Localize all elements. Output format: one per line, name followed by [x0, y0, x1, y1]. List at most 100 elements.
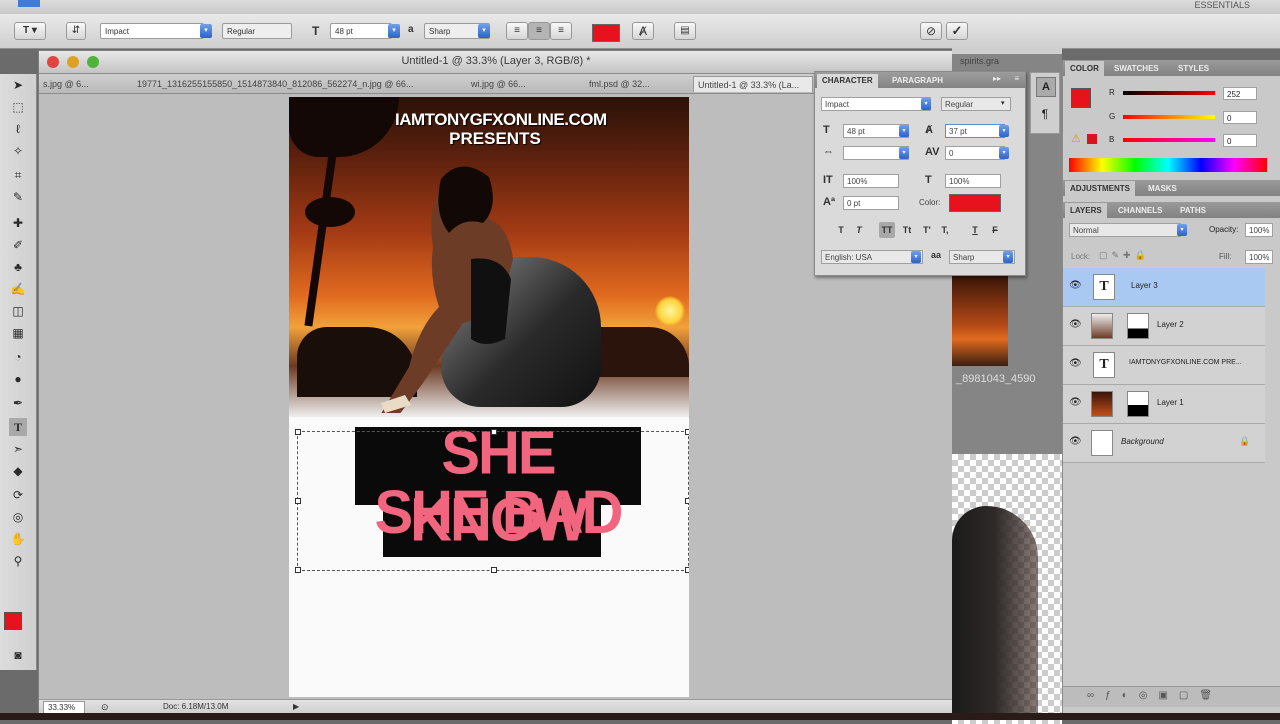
layer-row-background[interactable]: 👁 Background 🔒: [1063, 424, 1265, 463]
layer-row-layer-3[interactable]: 👁 T Layer 3: [1063, 268, 1265, 307]
eyedropper-tool-icon[interactable]: ✎: [9, 188, 27, 206]
hand-tool-icon[interactable]: ✋: [9, 530, 27, 548]
channel-g-value[interactable]: 0: [1223, 111, 1257, 124]
transform-handle[interactable]: [491, 567, 497, 573]
channel-b-slider[interactable]: [1123, 138, 1215, 142]
3d-orbit-tool-icon[interactable]: ◎: [9, 508, 27, 526]
subscript-button[interactable]: T,: [937, 222, 953, 238]
crop-tool-icon[interactable]: ⌗: [9, 166, 27, 184]
transform-handle[interactable]: [295, 498, 301, 504]
workspace-essentials[interactable]: ESSENTIALS: [1194, 0, 1250, 10]
layer-actions-icons[interactable]: ∞ƒ◐◎▣▢🗑: [1087, 690, 1223, 701]
channel-r-value[interactable]: 252: [1223, 87, 1257, 100]
lock-options-icon[interactable]: ▢✎✚🔒: [1099, 250, 1150, 261]
visibility-eye-icon[interactable]: 👁: [1069, 436, 1082, 448]
visibility-eye-icon[interactable]: 👁: [1069, 358, 1082, 370]
app-icon[interactable]: [18, 0, 40, 7]
text-bounding-box[interactable]: [295, 429, 689, 573]
tab-paths[interactable]: PATHS: [1175, 203, 1211, 218]
chevron-down-icon[interactable]: ▾: [1003, 251, 1013, 263]
quick-mask-icon[interactable]: ◙: [9, 646, 27, 664]
chevron-down-icon[interactable]: ▾: [200, 24, 212, 38]
chevron-down-icon[interactable]: ▾: [388, 24, 400, 38]
char-baseline-shift-field[interactable]: 0 pt: [843, 196, 899, 210]
shape-tool-icon[interactable]: ◆: [9, 462, 27, 480]
tab-color[interactable]: COLOR: [1065, 61, 1104, 76]
channel-b-value[interactable]: 0: [1223, 134, 1257, 147]
tab-photo-jpg[interactable]: 19771_1316255155850_1514873840_812086_56…: [133, 76, 453, 92]
chevron-down-icon[interactable]: ▾: [999, 125, 1009, 137]
character-panel-icon[interactable]: A: [1036, 77, 1056, 97]
blur-tool-icon[interactable]: ◔: [9, 348, 27, 366]
layer-row-header-text[interactable]: 👁 T IAMTONYGFXONLINE.COM PRE...: [1063, 346, 1265, 385]
cancel-icon[interactable]: ⊘: [920, 22, 942, 40]
tab-swatches[interactable]: SWATCHES: [1109, 61, 1164, 76]
move-tool-icon[interactable]: ➤: [9, 76, 27, 94]
strikethrough-button[interactable]: F: [987, 222, 1003, 238]
text-orientation-icon[interactable]: ⇵: [66, 22, 86, 40]
background-document-tab[interactable]: spirits.gra: [960, 56, 999, 66]
transform-handle[interactable]: [685, 429, 689, 435]
align-right-icon[interactable]: ≡: [550, 22, 572, 40]
marquee-tool-icon[interactable]: ⬚: [9, 98, 27, 116]
foreground-color-swatch[interactable]: [4, 612, 22, 630]
checkmark-icon[interactable]: ✓: [946, 22, 968, 40]
gradient-tool-icon[interactable]: ▦: [9, 324, 27, 342]
tab-fml-psd[interactable]: fml.psd @ 32...: [585, 76, 685, 92]
status-icon[interactable]: ⊙: [101, 702, 109, 713]
transform-handle[interactable]: [685, 567, 689, 573]
status-menu-arrow-icon[interactable]: ▶: [293, 702, 299, 711]
clone-stamp-tool-icon[interactable]: ♣: [9, 258, 27, 276]
chevron-down-icon[interactable]: ▾: [478, 24, 490, 38]
chevron-down-icon[interactable]: ▾: [911, 251, 921, 263]
tab-wi-jpg[interactable]: wi.jpg @ 66...: [467, 76, 567, 92]
brush-tool-icon[interactable]: ✐: [9, 236, 27, 254]
underline-button[interactable]: T: [967, 222, 983, 238]
language-select[interactable]: English: USA: [821, 250, 923, 264]
tab-s-jpg[interactable]: s.jpg @ 6...: [39, 76, 119, 92]
fill-field[interactable]: 100%: [1245, 250, 1273, 264]
chevron-down-icon[interactable]: ▾: [899, 125, 909, 137]
dodge-tool-icon[interactable]: ●: [9, 370, 27, 388]
paragraph-panel-icon[interactable]: ¶: [1036, 105, 1054, 123]
channel-g-slider[interactable]: [1123, 115, 1215, 119]
gamut-color-swatch[interactable]: [1087, 134, 1097, 144]
opacity-field[interactable]: 100%: [1245, 223, 1273, 237]
out-of-gamut-warning-icon[interactable]: ⚠: [1071, 132, 1081, 145]
char-font-family-select[interactable]: Impact: [821, 97, 931, 111]
layer-row-layer-1[interactable]: 👁 Layer 1: [1063, 385, 1265, 424]
char-leading-field[interactable]: 37 pt: [945, 124, 1005, 138]
chevron-down-icon[interactable]: ▾: [999, 147, 1009, 159]
color-spectrum-bar[interactable]: [1069, 158, 1267, 172]
transform-handle[interactable]: [491, 429, 497, 435]
all-caps-button[interactable]: TT: [879, 222, 895, 238]
faux-italic-button[interactable]: T: [851, 222, 867, 238]
faux-bold-button[interactable]: T: [833, 222, 849, 238]
type-tool-preset-icon[interactable]: T ▾: [14, 22, 46, 40]
tab-layers[interactable]: LAYERS: [1065, 203, 1107, 218]
layer-row-layer-2[interactable]: 👁 Layer 2: [1063, 307, 1265, 346]
healing-brush-tool-icon[interactable]: ✚: [9, 214, 27, 232]
tab-styles[interactable]: STYLES: [1173, 61, 1214, 76]
poster-canvas[interactable]: IAMTONYGFXONLINE.COM PRESENTS SHE KNOW S…: [289, 97, 689, 697]
type-tool-icon[interactable]: T: [9, 418, 27, 436]
zoom-tool-icon[interactable]: ⚲: [9, 552, 27, 570]
visibility-eye-icon[interactable]: 👁: [1069, 280, 1082, 292]
tab-adjustments[interactable]: ADJUSTMENTS: [1065, 181, 1136, 196]
font-family-select[interactable]: Impact: [100, 23, 204, 39]
char-vertical-scale-field[interactable]: 100%: [843, 174, 899, 188]
eraser-tool-icon[interactable]: ◫: [9, 302, 27, 320]
path-selection-tool-icon[interactable]: ➣: [9, 440, 27, 458]
channel-r-slider[interactable]: [1123, 91, 1215, 95]
tab-channels[interactable]: CHANNELS: [1113, 203, 1167, 218]
magic-wand-tool-icon[interactable]: ✧: [9, 142, 27, 160]
char-color-swatch[interactable]: [949, 194, 1001, 212]
3d-rotate-tool-icon[interactable]: ⟳: [9, 486, 27, 504]
chevron-down-icon[interactable]: ▾: [1001, 99, 1005, 107]
character-panel-toggle-icon[interactable]: ▤: [674, 22, 696, 40]
char-horizontal-scale-field[interactable]: 100%: [945, 174, 1001, 188]
font-size-field[interactable]: 48 pt: [330, 23, 392, 39]
align-center-icon[interactable]: ≡: [528, 22, 550, 40]
panel-menu-icon[interactable]: ≡: [1014, 74, 1019, 83]
collapse-panel-icon[interactable]: ▸▸: [993, 74, 1001, 83]
